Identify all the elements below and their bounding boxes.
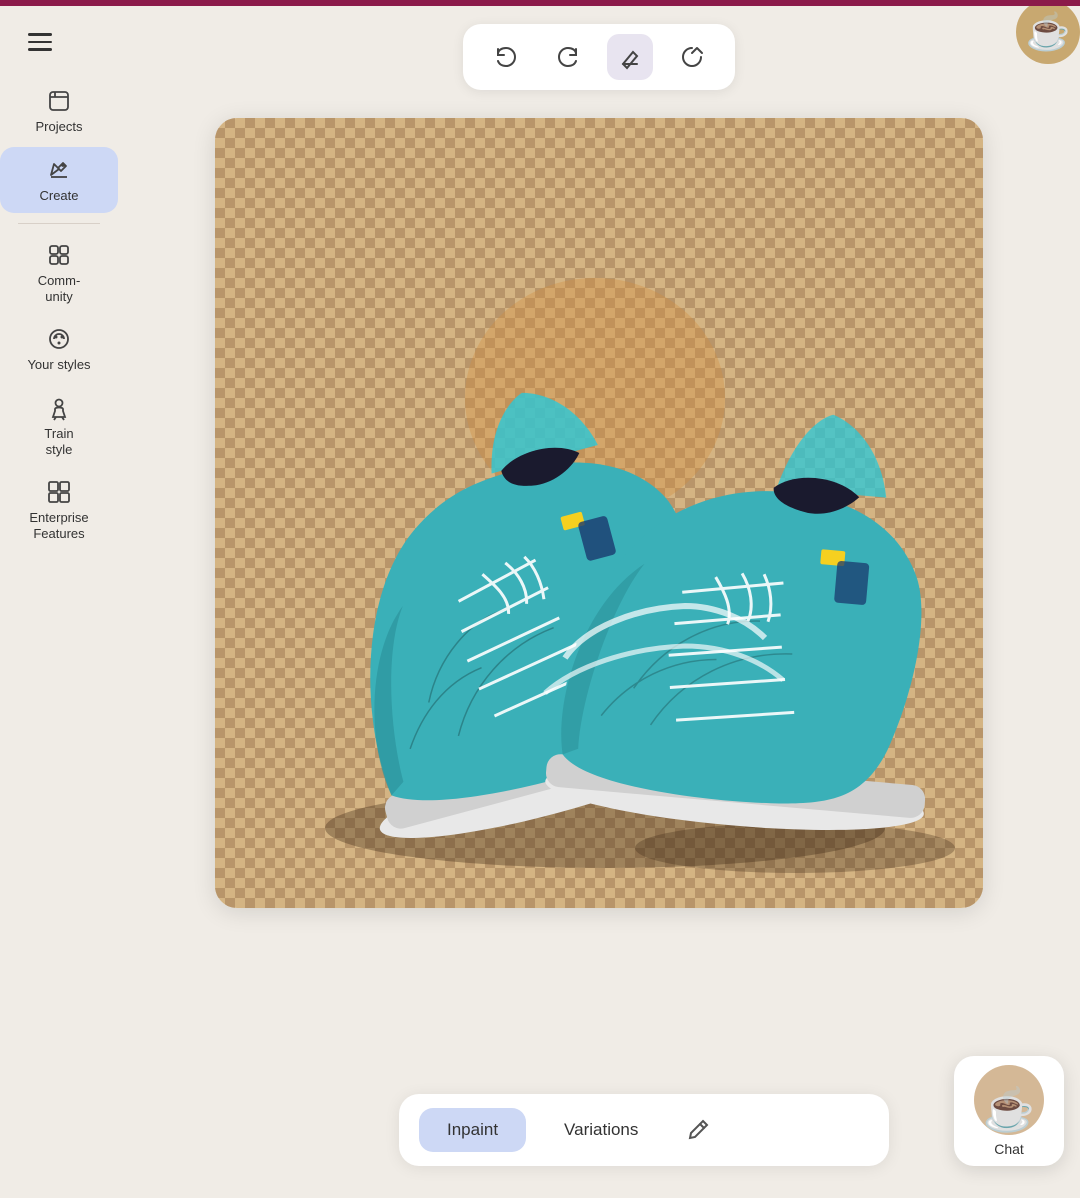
- avatar-image: ☕: [1016, 0, 1080, 64]
- bottom-tabs-panel: Inpaint Variations: [399, 1094, 889, 1166]
- undo-button[interactable]: [483, 34, 529, 80]
- reset-icon: [679, 44, 705, 70]
- undo-icon: [493, 44, 519, 70]
- community-icon: [46, 242, 72, 268]
- sidebar-your-styles-label: Your styles: [27, 357, 90, 373]
- sidebar-item-your-styles[interactable]: Your styles: [0, 316, 118, 383]
- your-styles-icon: [46, 326, 72, 352]
- sidebar-item-projects[interactable]: Projects: [0, 78, 118, 145]
- editor-toolbar: [463, 24, 735, 90]
- pen-icon: [685, 1117, 711, 1143]
- edit-icon-button[interactable]: [676, 1108, 720, 1152]
- create-icon: [46, 157, 72, 183]
- hamburger-icon: [28, 33, 52, 51]
- sidebar-divider: [18, 223, 101, 224]
- eraser-icon: [617, 44, 643, 70]
- sidebar: Projects Create Comm-unity Your s: [0, 0, 118, 1198]
- sidebar-item-enterprise[interactable]: EnterpriseFeatures: [0, 469, 118, 551]
- sidebar-item-train-style[interactable]: Trainstyle: [0, 385, 118, 467]
- eraser-button[interactable]: [607, 34, 653, 80]
- sidebar-item-community[interactable]: Comm-unity: [0, 232, 118, 314]
- top-accent-bar: [0, 0, 1080, 6]
- chat-label: Chat: [994, 1141, 1024, 1157]
- sidebar-create-label: Create: [39, 188, 78, 204]
- train-style-icon: [46, 395, 72, 421]
- inpaint-tab[interactable]: Inpaint: [419, 1108, 526, 1152]
- hamburger-menu-button[interactable]: [18, 20, 62, 64]
- chat-avatar: ☕: [974, 1065, 1044, 1135]
- sidebar-community-label: Comm-unity: [38, 273, 81, 304]
- sidebar-projects-label: Projects: [36, 119, 83, 135]
- projects-icon: [46, 88, 72, 114]
- user-avatar[interactable]: ☕: [1016, 0, 1080, 64]
- image-canvas[interactable]: [215, 118, 983, 908]
- chat-button[interactable]: ☕ Chat: [954, 1056, 1064, 1166]
- reset-button[interactable]: [669, 34, 715, 80]
- enterprise-icon: [46, 479, 72, 505]
- sidebar-enterprise-label: EnterpriseFeatures: [29, 510, 88, 541]
- redo-button[interactable]: [545, 34, 591, 80]
- variations-tab[interactable]: Variations: [536, 1108, 666, 1152]
- main-content: ☕: [118, 0, 1080, 1198]
- sidebar-train-style-label: Trainstyle: [44, 426, 73, 457]
- sidebar-item-create[interactable]: Create: [0, 147, 118, 214]
- sneaker-illustration: [215, 118, 983, 908]
- redo-icon: [555, 44, 581, 70]
